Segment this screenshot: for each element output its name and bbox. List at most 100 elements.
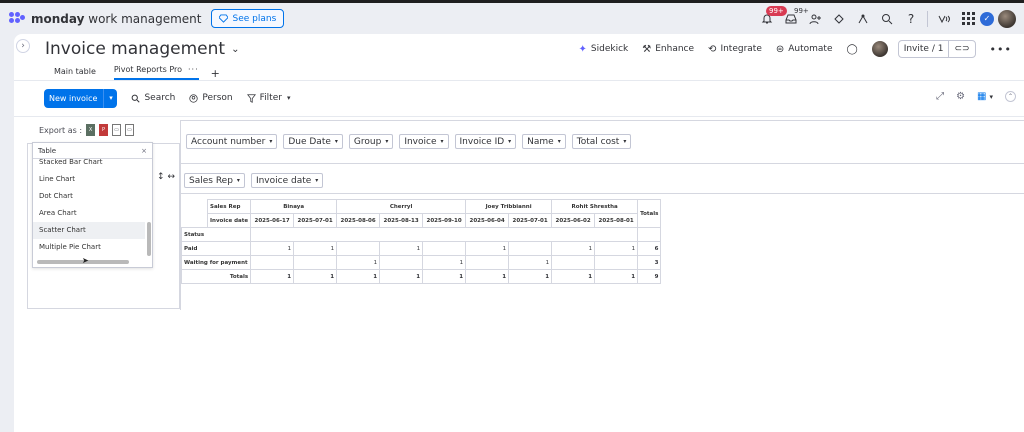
pivot-cell[interactable] [250, 255, 295, 270]
search-icon[interactable] [875, 7, 899, 31]
pivot-col-header-date[interactable]: 2025-08-01 [594, 213, 639, 228]
updates-icon[interactable]: ◯ [847, 44, 862, 55]
search-button[interactable]: Search [131, 93, 175, 103]
renderer-dropdown-selected[interactable]: Table × [33, 143, 152, 159]
pivot-col-total[interactable]: 1 [465, 269, 510, 284]
pivot-col-header-date[interactable]: 2025-08-13 [379, 213, 424, 228]
pivot-grand-total[interactable]: 9 [637, 269, 662, 284]
filter-button[interactable]: Filter ▾ [246, 93, 291, 103]
field-chip-invoice-id[interactable]: Invoice ID ▾ [454, 134, 517, 149]
voice-icon[interactable] [932, 7, 956, 31]
add-view-icon[interactable]: + [211, 68, 220, 80]
field-chip-total-cost[interactable]: Total cost ▾ [571, 134, 632, 149]
pivot-cell[interactable] [293, 255, 338, 270]
sidebar-expand-icon[interactable]: › [16, 39, 30, 53]
pivot-cell[interactable]: 1 [336, 255, 381, 270]
new-invoice-button[interactable]: New invoice ▾ [44, 88, 118, 108]
chevron-down-icon[interactable]: ⌄ [231, 44, 239, 55]
invite-members-icon[interactable] [803, 7, 827, 31]
pivot-row-header[interactable]: Paid [180, 241, 252, 256]
pivot-cell[interactable] [508, 241, 553, 256]
tab-more-icon[interactable]: ··· [188, 65, 199, 74]
renderer-dropdown[interactable]: Table × Stacked Bar Chart Line Chart Dot… [32, 142, 153, 268]
pivot-col-total[interactable]: 1 [594, 269, 639, 284]
pivot-row-header[interactable]: Waiting for payment [180, 255, 252, 270]
pivot-col-header-date[interactable]: 2025-06-02 [551, 213, 596, 228]
pivot-col-total[interactable]: 1 [293, 269, 338, 284]
pivot-col-header-rep[interactable]: Joey Tribbianni [465, 199, 553, 214]
copy-link-icon[interactable]: ⊂⊃ [949, 44, 974, 54]
automate-button[interactable]: ⊜ Automate [776, 44, 833, 55]
pivot-cell[interactable] [336, 241, 381, 256]
pivot-row-total[interactable]: 3 [637, 255, 662, 270]
renderer-option[interactable]: Line Chart [33, 171, 145, 188]
enhance-button[interactable]: ⚒ Enhance [642, 44, 694, 55]
field-chip-sales-rep[interactable]: Sales Rep ▾ [184, 173, 245, 188]
pivot-cell[interactable]: 1 [293, 241, 338, 256]
renderer-option[interactable]: Dot Chart [33, 188, 145, 205]
field-chip-invoice[interactable]: Invoice ▾ [399, 134, 449, 149]
pivot-col-header-date[interactable]: 2025-06-04 [465, 213, 510, 228]
field-chip-invoice-date[interactable]: Invoice date ▾ [250, 173, 324, 188]
tab-main-table[interactable]: Main table [54, 67, 96, 80]
settings-gear-icon[interactable]: ⚙ [956, 91, 965, 102]
pivot-col-header-rep[interactable]: Rohit Shrestha [551, 199, 639, 214]
pivot-cell[interactable]: 1 [594, 241, 639, 256]
invite-button[interactable]: Invite / 1 ⊂⊃ [897, 40, 976, 58]
dropdown-vertical-scrollbar[interactable] [147, 160, 152, 258]
see-plans-button[interactable]: See plans [210, 9, 285, 28]
field-chip-group[interactable]: Group ▾ [348, 134, 394, 149]
pivot-col-header-rep[interactable]: Cherryl [336, 199, 467, 214]
inbox-icon[interactable]: 99+ [779, 7, 809, 31]
pivot-col-total[interactable]: 1 [422, 269, 467, 284]
field-chip-name[interactable]: Name ▾ [522, 134, 566, 149]
pivot-col-header-date[interactable]: 2025-09-10 [422, 213, 467, 228]
pivot-col-header-date[interactable]: 2025-06-17 [250, 213, 295, 228]
notifications-bell-icon[interactable]: 99+ [755, 5, 787, 31]
export-svg-icon[interactable]: ▭ [125, 124, 135, 136]
pivot-cell[interactable] [465, 255, 510, 270]
workspace-logo-icon[interactable]: ✓ [980, 11, 994, 26]
integrate-button[interactable]: ⟲ Integrate [708, 44, 762, 55]
pivot-col-total[interactable]: 1 [250, 269, 295, 284]
pivot-cell[interactable]: 1 [508, 255, 553, 270]
pivot-cell[interactable] [422, 241, 467, 256]
apps-marketplace-icon[interactable] [827, 7, 851, 31]
renderer-option[interactable]: Scatter Chart [33, 222, 145, 239]
pivot-col-total[interactable]: 1 [551, 269, 596, 284]
close-icon[interactable]: × [141, 147, 147, 155]
swap-axes-icon[interactable]: ↕↔ [157, 172, 178, 182]
chevron-down-icon[interactable]: ▾ [287, 94, 291, 102]
board-title[interactable]: Invoice management ⌄ [45, 39, 239, 59]
field-chip-due-date[interactable]: Due Date ▾ [283, 134, 343, 149]
pivot-col-header-rep[interactable]: Binaya [250, 199, 338, 214]
sidekick-button[interactable]: ✦ Sidekick [579, 44, 629, 55]
pivot-cell[interactable]: 1 [379, 241, 424, 256]
pivot-cell[interactable]: 1 [465, 241, 510, 256]
renderer-option[interactable]: Stacked Bar Chart [33, 159, 145, 171]
export-excel-icon[interactable]: X [86, 124, 96, 136]
dropdown-horizontal-scrollbar[interactable] [37, 259, 142, 264]
board-owner-avatar[interactable] [871, 41, 888, 57]
renderer-option[interactable]: Area Chart [33, 205, 145, 222]
pivot-cell[interactable] [594, 255, 639, 270]
renderer-option[interactable]: Multiple Pie Chart [33, 239, 145, 256]
pivot-cell[interactable]: 1 [551, 241, 596, 256]
pivot-col-header-date[interactable]: 2025-07-01 [508, 213, 553, 228]
view-layout-selector[interactable]: ▦ ▾ [977, 91, 993, 102]
help-icon[interactable]: ? [899, 7, 923, 31]
pivot-cell[interactable] [379, 255, 424, 270]
tab-pivot-reports-pro[interactable]: Pivot Reports Pro ··· [113, 65, 199, 80]
chevron-down-icon[interactable]: ▾ [103, 88, 117, 108]
pivot-col-header-date[interactable]: 2025-07-01 [293, 213, 338, 228]
user-avatar[interactable] [998, 9, 1016, 28]
field-chip-account-number[interactable]: Account number ▾ [186, 134, 278, 149]
person-filter-button[interactable]: Person [189, 93, 233, 103]
pivot-col-total[interactable]: 1 [508, 269, 553, 284]
product-switcher-grid-icon[interactable] [956, 7, 980, 31]
pivot-cell[interactable]: 1 [422, 255, 467, 270]
pivot-cell[interactable]: 1 [250, 241, 295, 256]
pivot-row-total[interactable]: 6 [637, 241, 662, 256]
pivot-col-total[interactable]: 1 [336, 269, 381, 284]
pivot-col-total[interactable]: 1 [379, 269, 424, 284]
